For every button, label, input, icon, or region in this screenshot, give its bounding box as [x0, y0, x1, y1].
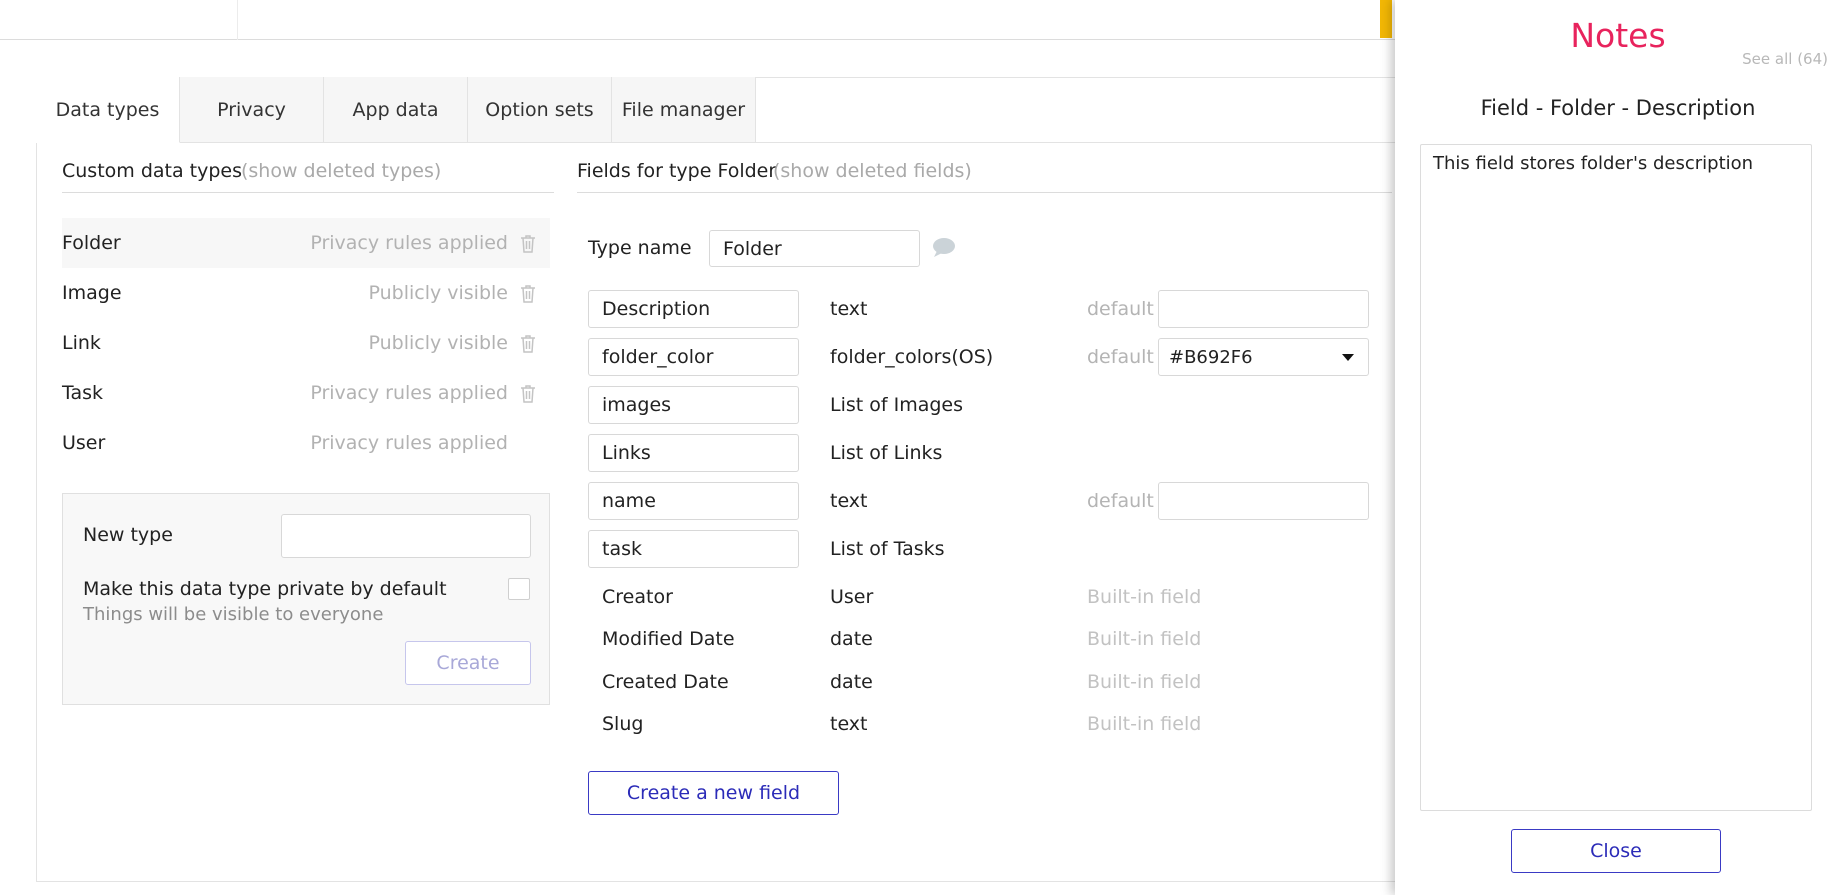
- tab-label: App data: [352, 98, 439, 121]
- field-name-input[interactable]: name: [588, 482, 799, 520]
- type-privacy-status: Publicly visible: [368, 332, 508, 354]
- tab-app-data[interactable]: App data: [324, 77, 468, 143]
- builtin-field-name: Slug: [602, 713, 644, 735]
- custom-types-divider: [62, 192, 554, 193]
- type-name: Link: [62, 332, 101, 354]
- type-name-input[interactable]: Folder: [709, 230, 920, 267]
- type-name: Image: [62, 282, 122, 304]
- builtin-row-slug: Slug text Built-in field: [588, 705, 1368, 743]
- top-bar-divider: [237, 0, 238, 40]
- field-type: text: [830, 298, 868, 320]
- type-row-link[interactable]: Link Publicly visible: [62, 318, 550, 368]
- field-name-input[interactable]: Description: [588, 290, 799, 328]
- create-type-button[interactable]: Create: [405, 641, 531, 685]
- field-row-description: Description text default: [588, 290, 1369, 328]
- type-row-task[interactable]: Task Privacy rules applied: [62, 368, 550, 418]
- builtin-row-created-date: Created Date date Built-in field: [588, 663, 1368, 701]
- type-privacy-status: Privacy rules applied: [310, 232, 508, 254]
- type-privacy-status: Privacy rules applied: [310, 432, 508, 454]
- type-name: Folder: [62, 232, 121, 254]
- builtin-field-label: Built-in field: [1087, 628, 1202, 650]
- tab-file-manager[interactable]: File manager: [612, 77, 756, 143]
- trash-icon[interactable]: [518, 232, 538, 254]
- builtin-field-name: Modified Date: [602, 628, 735, 650]
- type-row-image[interactable]: Image Publicly visible: [62, 268, 550, 318]
- field-default-value: #B692F6: [1169, 346, 1253, 368]
- trash-icon[interactable]: [518, 382, 538, 404]
- field-default-input[interactable]: [1158, 482, 1369, 520]
- builtin-row-modified-date: Modified Date date Built-in field: [588, 620, 1368, 658]
- field-name-input[interactable]: images: [588, 386, 799, 424]
- tab-label: Data types: [55, 98, 160, 121]
- field-type: text: [830, 490, 868, 512]
- notes-panel: Notes See all (64) Field - Folder - Desc…: [1395, 0, 1841, 895]
- type-privacy-status: Privacy rules applied: [310, 382, 508, 404]
- field-type: List of Tasks: [830, 538, 945, 560]
- builtin-field-name: Created Date: [602, 671, 729, 693]
- create-new-field-button[interactable]: Create a new field: [588, 771, 839, 815]
- tab-label: Privacy: [217, 98, 286, 121]
- field-default-dropdown[interactable]: #B692F6: [1158, 338, 1369, 376]
- field-type: text: [830, 713, 868, 735]
- field-row-images: images List of Images: [588, 386, 1368, 424]
- field-type: folder_colors(OS): [830, 346, 994, 368]
- field-name-input[interactable]: folder_color: [588, 338, 799, 376]
- tab-label: File manager: [621, 98, 746, 121]
- main-card: [36, 77, 1456, 882]
- type-row-user[interactable]: User Privacy rules applied: [62, 418, 550, 468]
- field-type: List of Links: [830, 442, 943, 464]
- type-name: Task: [62, 382, 104, 404]
- top-bar-yellow-tab[interactable]: [1380, 0, 1392, 38]
- tab-bar: Data types Privacy App data Option sets …: [36, 77, 756, 143]
- private-by-default-hint: Things will be visible to everyone: [83, 604, 384, 625]
- show-deleted-types-link[interactable]: (show deleted types): [241, 160, 441, 182]
- fields-divider: [577, 192, 1392, 193]
- builtin-field-name: Creator: [602, 586, 673, 608]
- field-default-label: default: [1087, 298, 1154, 320]
- private-by-default-checkbox[interactable]: [508, 578, 530, 600]
- field-default-input[interactable]: [1158, 290, 1369, 328]
- private-by-default-label: Make this data type private by default: [83, 578, 447, 600]
- field-type: date: [830, 628, 873, 650]
- new-type-input[interactable]: [281, 514, 531, 558]
- field-name-input[interactable]: Links: [588, 434, 799, 472]
- field-type: List of Images: [830, 394, 964, 416]
- field-default-label: default: [1087, 346, 1154, 368]
- type-name-label: Type name: [588, 237, 692, 259]
- builtin-field-label: Built-in field: [1087, 671, 1202, 693]
- notes-textarea[interactable]: This field stores folder's description: [1420, 144, 1812, 811]
- field-type: date: [830, 671, 873, 693]
- notes-subtitle: Field - Folder - Description: [1480, 96, 1756, 120]
- field-row-task: task List of Tasks: [588, 530, 1368, 568]
- caret-down-icon: [1342, 354, 1354, 361]
- new-type-label: New type: [83, 524, 173, 546]
- builtin-field-label: Built-in field: [1087, 586, 1202, 608]
- field-row-name: name text default: [588, 482, 1369, 520]
- tab-option-sets[interactable]: Option sets: [468, 77, 612, 143]
- type-name: User: [62, 432, 106, 454]
- trash-icon[interactable]: [518, 282, 538, 304]
- tab-data-types[interactable]: Data types: [36, 77, 180, 143]
- custom-types-title: Custom data types: [62, 160, 243, 182]
- builtin-field-label: Built-in field: [1087, 713, 1202, 735]
- speech-bubble-icon[interactable]: [931, 237, 957, 259]
- tab-label: Option sets: [485, 98, 594, 121]
- tab-privacy[interactable]: Privacy: [180, 77, 324, 143]
- see-all-notes-link[interactable]: See all (64): [1742, 50, 1828, 68]
- fields-title: Fields for type Folder: [577, 160, 777, 182]
- field-row-folder-color: folder_color folder_colors(OS) default #…: [588, 338, 1369, 376]
- tabs-underline: [756, 142, 1456, 143]
- close-notes-button[interactable]: Close: [1511, 829, 1721, 873]
- type-privacy-status: Publicly visible: [368, 282, 508, 304]
- new-type-panel: New type Make this data type private by …: [62, 493, 550, 705]
- field-type: User: [830, 586, 874, 608]
- trash-icon[interactable]: [518, 332, 538, 354]
- field-default-label: default: [1087, 490, 1154, 512]
- type-row-folder[interactable]: Folder Privacy rules applied: [62, 218, 550, 268]
- field-row-links: Links List of Links: [588, 434, 1368, 472]
- builtin-row-creator: Creator User Built-in field: [588, 578, 1368, 616]
- field-name-input[interactable]: task: [588, 530, 799, 568]
- show-deleted-fields-link[interactable]: (show deleted fields): [773, 160, 972, 182]
